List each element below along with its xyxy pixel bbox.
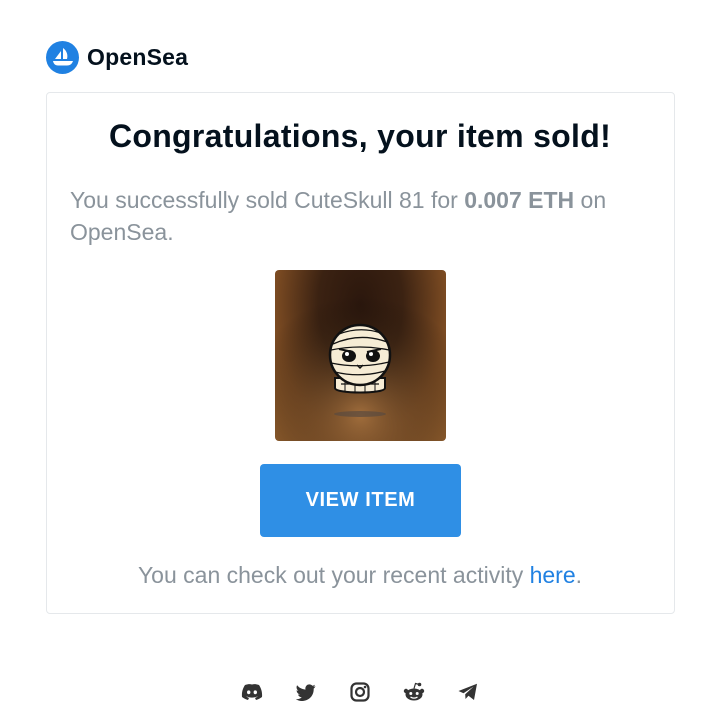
sale-message: You successfully sold CuteSkull 81 for 0… bbox=[70, 184, 630, 248]
opensea-brand[interactable]: OpenSea bbox=[46, 40, 188, 74]
activity-message: You can check out your recent activity h… bbox=[0, 562, 720, 589]
discord-icon[interactable] bbox=[241, 681, 263, 703]
nft-image[interactable] bbox=[275, 270, 446, 441]
sale-price: 0.007 ETH bbox=[464, 187, 575, 213]
activity-link[interactable]: here bbox=[530, 562, 576, 588]
activity-prefix: You can check out your recent activity bbox=[137, 562, 530, 588]
twitter-icon[interactable] bbox=[295, 681, 317, 703]
page-title: Congratulations, your item sold! bbox=[108, 118, 612, 154]
social-links bbox=[0, 681, 720, 703]
opensea-logo-icon bbox=[46, 40, 79, 74]
telegram-icon[interactable] bbox=[457, 681, 479, 703]
reddit-icon[interactable] bbox=[403, 681, 425, 703]
activity-suffix: . bbox=[575, 562, 583, 588]
message-prefix: You successfully sold CuteSkull 81 for bbox=[70, 187, 465, 213]
brand-name: OpenSea bbox=[87, 43, 189, 70]
view-item-button[interactable]: VIEW ITEM bbox=[260, 464, 461, 537]
instagram-icon[interactable] bbox=[349, 681, 371, 703]
